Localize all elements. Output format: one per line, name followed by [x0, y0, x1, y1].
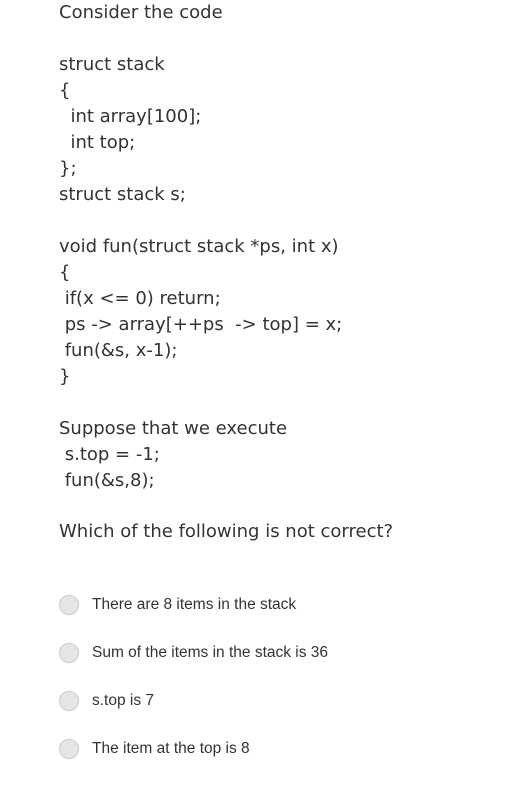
code-line: { — [59, 80, 71, 101]
answer-option[interactable]: Sum of the items in the stack is 36 — [59, 640, 328, 666]
code-line: void fun(struct stack *ps, int x) — [59, 236, 339, 257]
code-line: if(x <= 0) return; — [59, 288, 221, 309]
code-line: fun(&s,8); — [59, 470, 155, 491]
code-line: fun(&s, x-1); — [59, 340, 178, 361]
radio-button[interactable] — [59, 595, 79, 615]
question-line: Consider the code — [59, 2, 223, 23]
question-prompt: Which of the following is not correct? — [59, 520, 394, 542]
code-line: int array[100]; — [59, 106, 202, 127]
code-line: s.top = -1; — [59, 444, 160, 465]
option-label: The item at the top is 8 — [92, 740, 250, 757]
answer-option[interactable]: The item at the top is 8 — [59, 736, 250, 762]
code-line: struct stack s; — [59, 184, 186, 205]
radio-button[interactable] — [59, 691, 79, 711]
code-line: } — [59, 366, 71, 387]
answer-option[interactable]: s.top is 7 — [59, 688, 154, 714]
radio-button[interactable] — [59, 643, 79, 663]
question-body: Consider the code struct stack { int arr… — [59, 0, 519, 494]
question-line: Suppose that we execute — [59, 418, 288, 439]
radio-button[interactable] — [59, 739, 79, 759]
option-label: s.top is 7 — [92, 692, 155, 709]
code-line: { — [59, 262, 71, 283]
code-line: int top; — [59, 132, 136, 153]
code-line: }; — [59, 158, 77, 179]
option-label: Sum of the items in the stack is 36 — [92, 644, 329, 661]
immersive-reader-icon[interactable] — [405, 523, 427, 543]
question-prompt-row: Which of the following is not correct? — [59, 520, 427, 544]
code-line: ps -> array[++ps -> top] = x; — [59, 314, 343, 335]
code-line: struct stack — [59, 54, 165, 75]
answer-option[interactable]: There are 8 items in the stack — [59, 592, 296, 618]
option-label: There are 8 items in the stack — [92, 596, 297, 613]
